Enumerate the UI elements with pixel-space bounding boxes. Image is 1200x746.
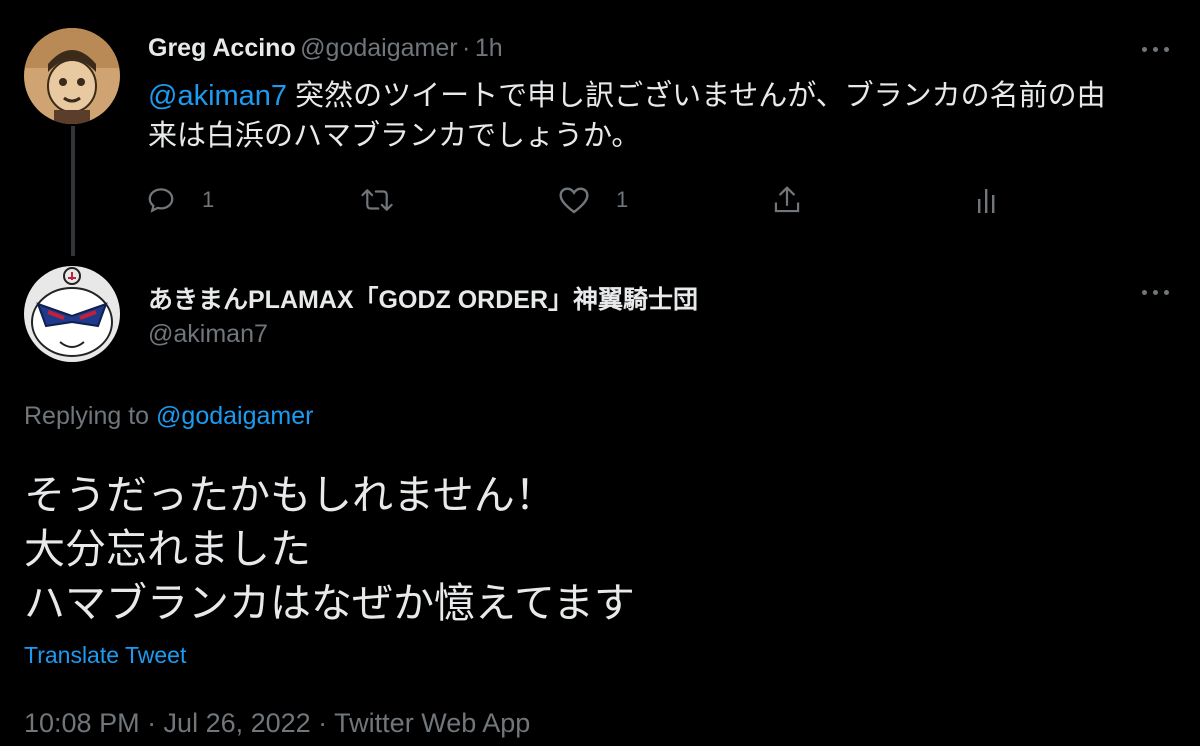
parent-text-line2: 来は白浜のハマブランカでしょうか。 bbox=[148, 120, 641, 152]
header-separator: · bbox=[462, 34, 471, 62]
replying-prefix: Replying to bbox=[24, 402, 157, 430]
parent-text-line1: @akiman7 突然のツイートで申し訳ございませんが、ブランカの名前の由 bbox=[148, 76, 1168, 116]
main-text-line-3: ハマブランカはなぜか憶えてます bbox=[24, 580, 635, 626]
reply-count: 1 bbox=[202, 187, 215, 212]
share-icon bbox=[774, 186, 800, 213]
parent-text-line1-content: 突然のツイートで申し訳ございませんが、ブランカの名前の由 bbox=[287, 80, 1106, 112]
avatar-akiman[interactable] bbox=[24, 266, 120, 362]
reply-icon bbox=[148, 188, 174, 213]
like-count: 1 bbox=[616, 187, 629, 212]
parent-tweet-header: Greg Accino @godaigamer · 1h bbox=[148, 34, 503, 63]
mention-link[interactable]: @akiman7 bbox=[148, 80, 287, 112]
avatar-greg[interactable] bbox=[24, 28, 120, 124]
share-button[interactable] bbox=[772, 180, 802, 220]
main-tweet-text: そうだったかもしれません！ 大分忘れました ハマブランカはなぜか憶えてます bbox=[24, 468, 1174, 630]
main-more-button[interactable] bbox=[1132, 277, 1178, 307]
more-icon bbox=[1141, 289, 1147, 295]
parent-author-handle[interactable]: @godaigamer bbox=[300, 34, 457, 62]
analytics-button[interactable] bbox=[976, 180, 998, 220]
main-author-handle[interactable]: @akiman7 bbox=[148, 320, 268, 349]
parent-author-name[interactable]: Greg Accino bbox=[148, 34, 296, 62]
parent-time-ago[interactable]: 1h bbox=[475, 34, 503, 62]
avatar-akiman-illustration bbox=[24, 266, 120, 362]
like-button[interactable]: 1 bbox=[558, 180, 628, 220]
retweet-button[interactable] bbox=[360, 180, 394, 220]
main-text-line-1: そうだったかもしれません！ bbox=[24, 472, 556, 518]
main-author-name[interactable]: あきまんPLAMAX「GODZ ORDER」神翼騎士団 bbox=[148, 280, 698, 316]
avatar-greg-illustration bbox=[24, 28, 120, 124]
tweet-timestamp[interactable]: 10:08 PM · Jul 26, 2022 · Twitter Web Ap… bbox=[24, 708, 530, 739]
more-icon bbox=[1141, 46, 1147, 52]
parent-more-button[interactable] bbox=[1132, 34, 1178, 64]
analytics-icon bbox=[978, 189, 995, 213]
replying-to-line: Replying to @godaigamer bbox=[24, 402, 313, 431]
retweet-icon bbox=[361, 189, 393, 211]
translate-tweet-link[interactable]: Translate Tweet bbox=[24, 642, 186, 669]
replying-to-link[interactable]: @godaigamer bbox=[156, 402, 313, 430]
thread-connector bbox=[71, 126, 75, 256]
reply-button[interactable]: 1 bbox=[146, 180, 214, 220]
like-icon bbox=[559, 187, 589, 214]
main-text-line-2: 大分忘れました bbox=[24, 526, 311, 572]
parent-tweet-text: @akiman7 突然のツイートで申し訳ございませんが、ブランカの名前の由 来は… bbox=[148, 76, 1168, 156]
